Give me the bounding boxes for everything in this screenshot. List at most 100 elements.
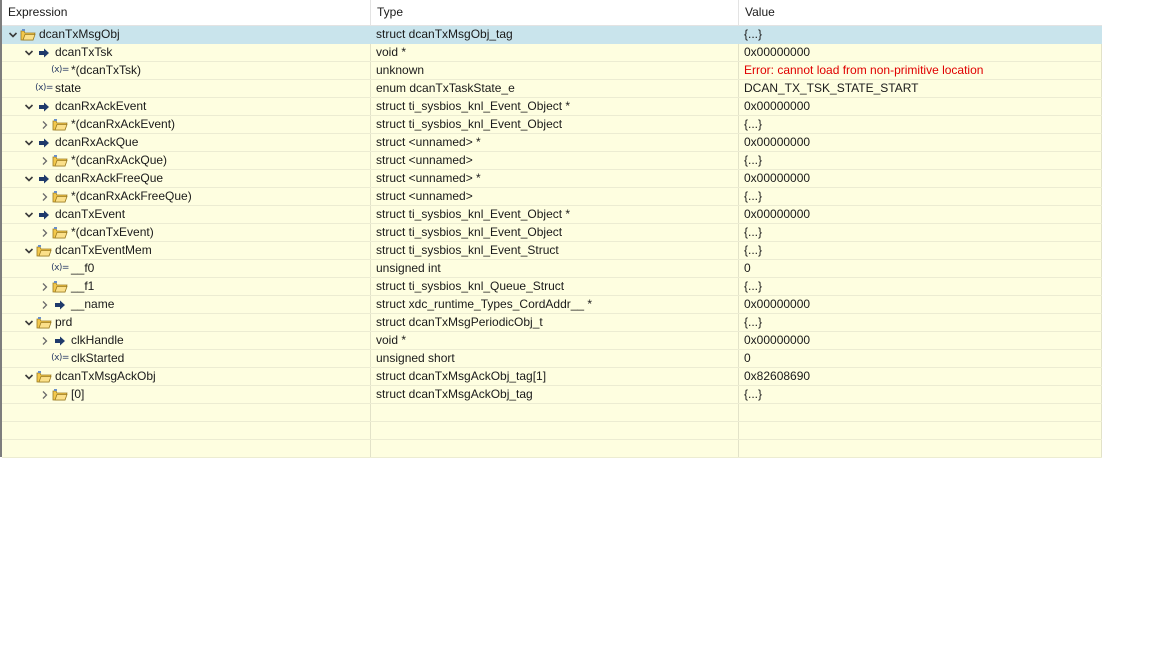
- chevron-right-icon[interactable]: [38, 332, 52, 349]
- type-cell: unsigned short: [371, 350, 739, 367]
- chevron-down-icon[interactable]: [22, 134, 36, 151]
- chevron-right-icon[interactable]: [38, 116, 52, 133]
- expression-cell-content: dcanTxEvent: [2, 206, 370, 223]
- table-row[interactable]: (x)= state enum dcanTxTaskState_e DCAN_TX_T…: [2, 80, 1102, 98]
- expression-cell: (x)= __f0: [2, 260, 371, 277]
- chevron-right-icon[interactable]: [38, 278, 52, 295]
- table-row[interactable]: *(dcanRxAckFreeQue) struct <unnamed> {...}: [2, 188, 1102, 206]
- table-row[interactable]: dcanTxEvent struct ti_sysbios_knl_Event_O…: [2, 206, 1102, 224]
- chevron-right-icon[interactable]: [38, 224, 52, 241]
- table-row[interactable]: *(dcanTxEvent) struct ti_sysbios_knl_Even…: [2, 224, 1102, 242]
- pointer-arrow-icon: [52, 296, 68, 313]
- chevron-right-icon[interactable]: [38, 152, 52, 169]
- table-row[interactable]: [0] struct dcanTxMsgAckObj_tag {...}: [2, 386, 1102, 404]
- empty-row: [2, 440, 1102, 458]
- table-row[interactable]: prd struct dcanTxMsgPeriodicObj_t {...}: [2, 314, 1102, 332]
- expression-name: __f1: [71, 279, 95, 293]
- expression-cell-content: dcanTxMsgObj: [2, 26, 370, 43]
- value-cell[interactable]: 0x00000000: [739, 134, 1102, 151]
- table-row[interactable]: __f1 struct ti_sysbios_knl_Queue_Struct {.…: [2, 278, 1102, 296]
- expression-cell-content: dcanTxEventMem: [2, 242, 370, 259]
- pointer-arrow-icon: [36, 44, 52, 61]
- value-cell[interactable]: 0x00000000: [739, 206, 1102, 223]
- table-row[interactable]: dcanTxTsk void * 0x00000000: [2, 44, 1102, 62]
- column-header-expression[interactable]: Expression: [2, 0, 371, 25]
- table-row[interactable]: (x)= clkStarted unsigned short 0: [2, 350, 1102, 368]
- expression-cell-content: (x)= __f0: [2, 260, 370, 277]
- table-row[interactable]: dcanTxEventMem struct ti_sysbios_knl_Even…: [2, 242, 1102, 260]
- table-row[interactable]: dcanRxAckEvent struct ti_sysbios_knl_Even…: [2, 98, 1102, 116]
- chevron-right-icon[interactable]: [38, 296, 52, 313]
- chevron-right-icon[interactable]: [38, 188, 52, 205]
- value-cell[interactable]: 0x00000000: [739, 44, 1102, 61]
- type-cell: [371, 404, 739, 421]
- value-cell[interactable]: 0: [739, 260, 1102, 277]
- type-cell: struct ti_sysbios_knl_Event_Object: [371, 116, 739, 133]
- chevron-down-icon[interactable]: [22, 98, 36, 115]
- expression-cell: dcanTxMsgObj: [2, 26, 371, 43]
- type-cell: struct ti_sysbios_knl_Event_Object *: [371, 206, 739, 223]
- expression-cell: *(dcanRxAckFreeQue): [2, 188, 371, 205]
- table-row[interactable]: *(dcanRxAckEvent) struct ti_sysbios_knl_E…: [2, 116, 1102, 134]
- value-cell[interactable]: 0x82608690: [739, 368, 1102, 385]
- value-cell[interactable]: {...}: [739, 152, 1102, 169]
- value-cell[interactable]: {...}: [739, 116, 1102, 133]
- pointer-arrow-icon: [36, 170, 52, 187]
- value-cell[interactable]: {...}: [739, 314, 1102, 331]
- expression-name: dcanRxAckEvent: [55, 99, 147, 113]
- chevron-down-icon[interactable]: [22, 206, 36, 223]
- value-cell[interactable]: 0: [739, 350, 1102, 367]
- chevron-down-icon[interactable]: [6, 26, 20, 43]
- value-cell[interactable]: 0x00000000: [739, 332, 1102, 349]
- struct-folder-icon: [52, 188, 68, 205]
- table-row[interactable]: dcanRxAckFreeQue struct <unnamed> * 0x0000…: [2, 170, 1102, 188]
- type-cell: void *: [371, 332, 739, 349]
- value-cell[interactable]: {...}: [739, 188, 1102, 205]
- table-row[interactable]: (x)= __f0 unsigned int 0: [2, 260, 1102, 278]
- column-header-type[interactable]: Type: [371, 0, 739, 25]
- chevron-down-icon[interactable]: [22, 242, 36, 259]
- chevron-down-icon[interactable]: [22, 44, 36, 61]
- chevron-down-icon[interactable]: [22, 368, 36, 385]
- expression-name: dcanTxTsk: [55, 45, 113, 59]
- expression-name: *(dcanRxAckFreeQue): [71, 189, 192, 203]
- type-cell: void *: [371, 44, 739, 61]
- value-cell[interactable]: {...}: [739, 386, 1102, 403]
- expression-cell-content: prd: [2, 314, 370, 331]
- value-cell[interactable]: {...}: [739, 224, 1102, 241]
- value-cell[interactable]: DCAN_TX_TSK_STATE_START: [739, 80, 1102, 97]
- expression-cell: [2, 440, 371, 457]
- expression-cell: dcanTxEvent: [2, 206, 371, 223]
- table-row[interactable]: *(dcanRxAckQue) struct <unnamed> {...}: [2, 152, 1102, 170]
- value-cell[interactable]: 0x00000000: [739, 170, 1102, 187]
- column-header-value[interactable]: Value: [739, 0, 1102, 25]
- table-row[interactable]: dcanRxAckQue struct <unnamed> * 0x00000000: [2, 134, 1102, 152]
- value-cell[interactable]: 0x00000000: [739, 296, 1102, 313]
- variable-icon: (x)=: [35, 80, 53, 97]
- value-cell[interactable]: 0x00000000: [739, 98, 1102, 115]
- type-cell: struct dcanTxMsgPeriodicObj_t: [371, 314, 739, 331]
- error-value-cell[interactable]: Error: cannot load from non-primitive lo…: [739, 62, 1102, 79]
- column-header: Expression Type Value: [2, 0, 1102, 26]
- expression-name: [0]: [71, 387, 85, 401]
- table-row[interactable]: clkHandle void * 0x00000000: [2, 332, 1102, 350]
- value-cell[interactable]: {...}: [739, 242, 1102, 259]
- value-cell[interactable]: {...}: [739, 278, 1102, 295]
- struct-folder-icon: [36, 314, 52, 331]
- chevron-down-icon[interactable]: [22, 314, 36, 331]
- type-cell: unknown: [371, 62, 739, 79]
- expression-cell-content: *(dcanRxAckFreeQue): [2, 188, 370, 205]
- chevron-down-icon[interactable]: [22, 170, 36, 187]
- table-row[interactable]: (x)= *(dcanTxTsk) unknown Error: cannot loa…: [2, 62, 1102, 80]
- chevron-right-icon[interactable]: [38, 386, 52, 403]
- table-row[interactable]: dcanTxMsgAckObj struct dcanTxMsgAckObj_ta…: [2, 368, 1102, 386]
- expression-cell-content: clkHandle: [2, 332, 370, 349]
- type-cell: struct <unnamed>: [371, 152, 739, 169]
- table-row[interactable]: __name struct xdc_runtime_Types_CordAddr_…: [2, 296, 1102, 314]
- table-row[interactable]: dcanTxMsgObj struct dcanTxMsgObj_tag {...}: [2, 26, 1102, 44]
- expression-cell: dcanTxTsk: [2, 44, 371, 61]
- value-cell[interactable]: {...}: [739, 26, 1102, 43]
- expressions-view: Expression Type Value dcanTxMsgObj struct…: [2, 0, 1102, 458]
- expression-cell-content: (x)= state: [2, 80, 370, 97]
